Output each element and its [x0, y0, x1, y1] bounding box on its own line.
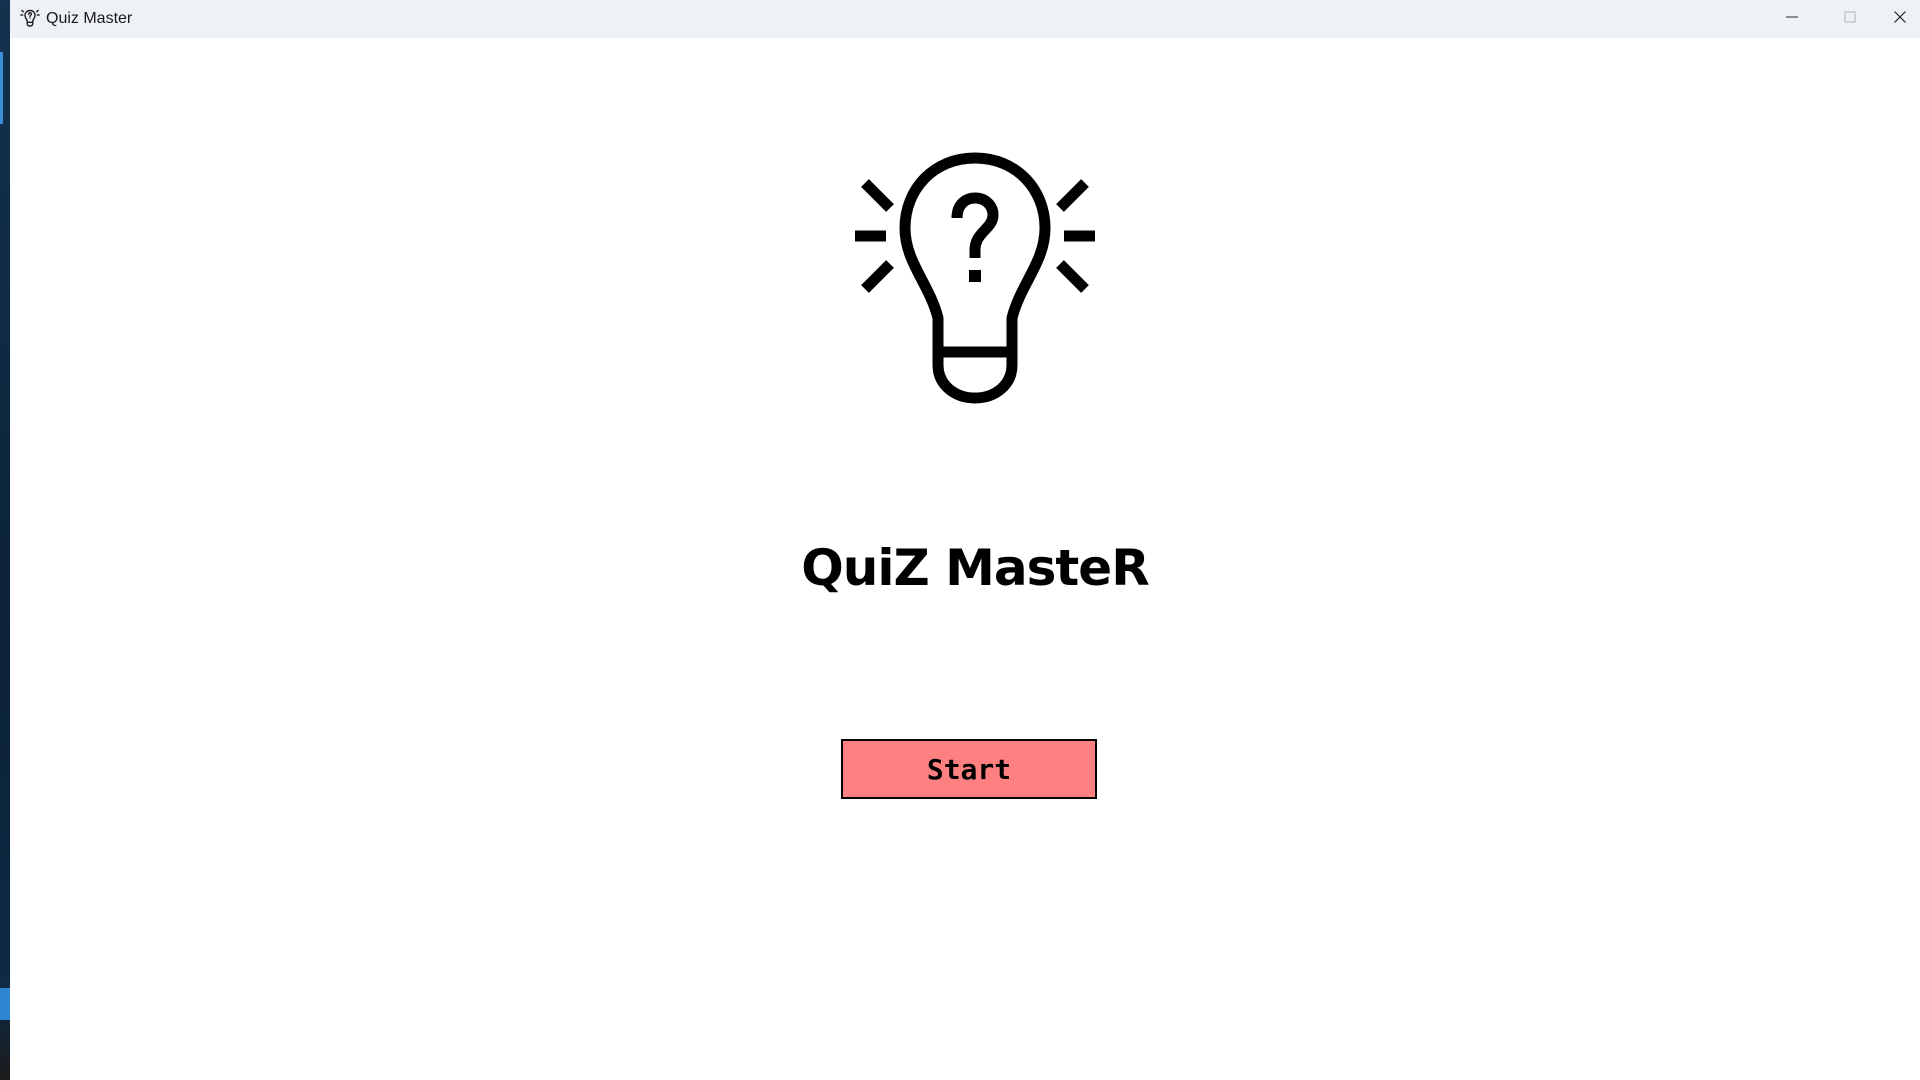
- minimize-button[interactable]: [1763, 0, 1821, 38]
- desktop-accent: [0, 52, 3, 124]
- close-button[interactable]: [1879, 0, 1920, 38]
- desktop-background: [0, 0, 10, 1080]
- title-bar[interactable]: Quiz Master: [10, 0, 1920, 38]
- window-title: Quiz Master: [46, 10, 133, 27]
- start-button[interactable]: Start: [841, 739, 1097, 799]
- minimize-icon: [1785, 10, 1799, 29]
- main-content: QuiZ MasteR Start: [10, 38, 1920, 1080]
- app-window: Quiz Master QuiZ MasteR Start: [10, 0, 1920, 1080]
- lightbulb-question-icon: [19, 7, 41, 29]
- maximize-icon: [1843, 10, 1857, 29]
- maximize-button[interactable]: [1821, 0, 1879, 38]
- lightbulb-question-icon: [845, 150, 1105, 410]
- close-icon: [1893, 10, 1907, 29]
- app-title: QuiZ MasteR: [801, 539, 1149, 597]
- desktop-accent: [0, 988, 10, 1020]
